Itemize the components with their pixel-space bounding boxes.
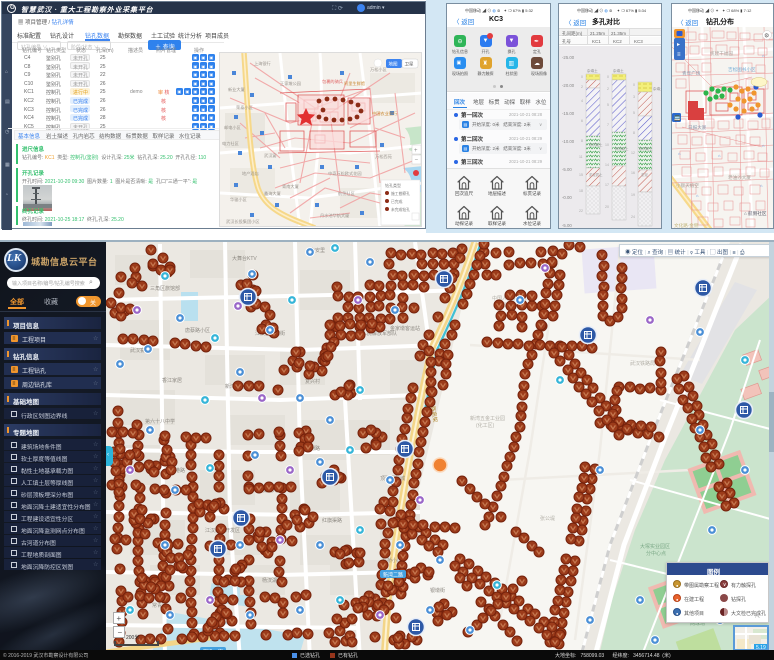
svg-text:统建干福园: 统建干福园	[710, 50, 733, 57]
svg-text:阿里生鲜馆: 阿里生鲜馆	[344, 80, 365, 87]
svg-text:三角区旅馆部: 三角区旅馆部	[150, 285, 180, 292]
svg-text:红旗渠路: 红旗渠路	[322, 517, 342, 524]
svg-text:武汉宴: 武汉宴	[130, 347, 145, 354]
svg-text:分中心点: 分中心点	[646, 550, 666, 557]
svg-text:施工勘察孔: 施工勘察孔	[391, 191, 410, 196]
svg-text:未完成钻孔: 未完成钻孔	[391, 207, 410, 212]
svg-text:10: 10	[605, 143, 609, 147]
svg-text:7: 7	[607, 123, 609, 127]
svg-text:小额天植空: 小额天植空	[676, 182, 699, 189]
svg-text:新业大厦: 新业大厦	[228, 86, 245, 93]
svg-text:(化工区): (化工区)	[476, 422, 495, 429]
svg-text:+: +	[414, 148, 418, 154]
svg-text:6: 6	[581, 119, 583, 123]
svg-text:王家墩公园: 王家墩公园	[280, 80, 301, 87]
svg-text:中奇万松欧式花园: 中奇万松欧式花园	[328, 170, 362, 177]
svg-text:华骏小区: 华骏小区	[230, 196, 247, 203]
svg-text:24: 24	[631, 215, 635, 219]
svg-text:地图: 地图	[389, 61, 398, 68]
svg-text:2: 2	[581, 85, 583, 89]
svg-text:武汉宴: 武汉宴	[264, 152, 277, 159]
svg-text:🚍: 🚍	[674, 114, 682, 122]
svg-text:−: −	[415, 158, 419, 164]
svg-text:粉质黏土: 粉质黏土	[639, 146, 653, 151]
svg-text:-20.00: -20.00	[562, 83, 575, 88]
svg-text:香江家居: 香江家居	[162, 377, 182, 384]
svg-text:12: 12	[631, 151, 635, 155]
svg-text:0: 0	[607, 75, 609, 79]
svg-text:地产酒店: 地产酒店	[242, 170, 259, 177]
svg-text:≡: ≡	[677, 52, 681, 58]
svg-text:粉质黏土: 粉质黏土	[589, 142, 603, 147]
svg-text:▸: ▸	[677, 42, 680, 48]
svg-text:万松西苑: 万松西苑	[375, 153, 393, 160]
svg-text:8: 8	[581, 139, 583, 143]
svg-text:第六十八中学: 第六十八中学	[145, 418, 175, 425]
svg-text:11: 11	[579, 155, 583, 159]
svg-text:3: 3	[633, 95, 635, 99]
svg-text:张公堤: 张公堤	[540, 515, 555, 522]
svg-text:唐蔡路小区: 唐蔡路小区	[185, 327, 210, 334]
svg-text:邮电小区: 邮电小区	[224, 124, 241, 131]
svg-text:钻孔类型: 钻孔类型	[385, 182, 401, 188]
svg-text:8: 8	[633, 131, 635, 135]
svg-text:17: 17	[605, 183, 609, 187]
svg-text:老油沙大厦: 老油沙大厦	[728, 174, 751, 181]
svg-text:金家墩客运站: 金家墩客运站	[390, 325, 420, 332]
svg-text:5: 5	[607, 103, 609, 107]
svg-text:文化路·金侧: 文化路·金侧	[674, 222, 699, 229]
svg-text:已完成: 已完成	[391, 199, 403, 204]
svg-text:淤泥: 淤泥	[641, 172, 648, 177]
svg-text:14: 14	[605, 163, 609, 167]
svg-text:上海银行: 上海银行	[254, 60, 271, 67]
svg-text:航侧社区: 航侧社区	[338, 190, 355, 197]
svg-text:0: 0	[581, 75, 583, 79]
svg-text:武汉铁路局: 武汉铁路局	[630, 360, 655, 367]
svg-text:卫星: 卫星	[405, 62, 414, 67]
svg-text:电力社区: 电力社区	[222, 140, 239, 147]
svg-text:日报大厦: 日报大厦	[688, 124, 707, 131]
svg-text:中国农业银行: 中国农业银行	[372, 110, 397, 117]
svg-text:18: 18	[579, 189, 583, 193]
svg-text:-25.00: -25.00	[562, 55, 575, 60]
svg-text:荣泰小区: 荣泰小区	[236, 104, 253, 111]
svg-text:鑫海大厦: 鑫海大厦	[264, 190, 281, 197]
svg-text:-0.00: -0.00	[562, 195, 572, 200]
svg-text:丹水池华航大厦: 丹水池华航大厦	[320, 212, 349, 219]
svg-text:-5.00: -5.00	[562, 167, 572, 172]
svg-text:0: 0	[633, 83, 635, 87]
svg-text:大舞台KTV: 大舞台KTV	[232, 255, 257, 262]
svg-text:银墩街: 银墩街	[430, 587, 445, 594]
svg-text:吉松图书小区: 吉松图书小区	[728, 66, 756, 73]
svg-text:⌂ 航侧社区: ⌂ 航侧社区	[744, 210, 767, 217]
svg-text:2: 2	[607, 87, 609, 91]
svg-text:4: 4	[581, 99, 583, 103]
svg-text:粉质黏土: 粉质黏土	[615, 146, 629, 151]
svg-text:5: 5	[633, 111, 635, 115]
svg-text:杂填土: 杂填土	[613, 68, 624, 73]
svg-text:22: 22	[579, 209, 583, 213]
svg-text:-15.00: -15.00	[562, 111, 575, 116]
svg-text:-10.00: -10.00	[562, 139, 575, 144]
svg-text:15: 15	[579, 173, 583, 177]
svg-text:青南大厦: 青南大厦	[282, 183, 299, 190]
svg-text:包裹的骑兵: 包裹的骑兵	[322, 78, 343, 85]
svg-text:16: 16	[631, 171, 635, 175]
svg-text:-5.00: -5.00	[562, 223, 572, 228]
svg-text:淤泥质土: 淤泥质土	[589, 172, 603, 177]
svg-text:大塚实业园区: 大塚实业园区	[640, 543, 670, 550]
svg-text:青年广场: 青年广场	[682, 70, 701, 77]
svg-text:新湾二路: 新湾二路	[383, 572, 403, 579]
svg-text:杂填土: 杂填土	[653, 86, 662, 91]
svg-text:19: 19	[631, 193, 635, 197]
svg-text:⚙: ⚙	[764, 33, 769, 40]
svg-text:新湾五金工业园: 新湾五金工业园	[470, 415, 505, 422]
svg-text:杂填土: 杂填土	[587, 68, 598, 73]
svg-text:20: 20	[605, 205, 609, 209]
svg-text:武汉长投集团小区: 武汉长投集团小区	[226, 218, 260, 225]
